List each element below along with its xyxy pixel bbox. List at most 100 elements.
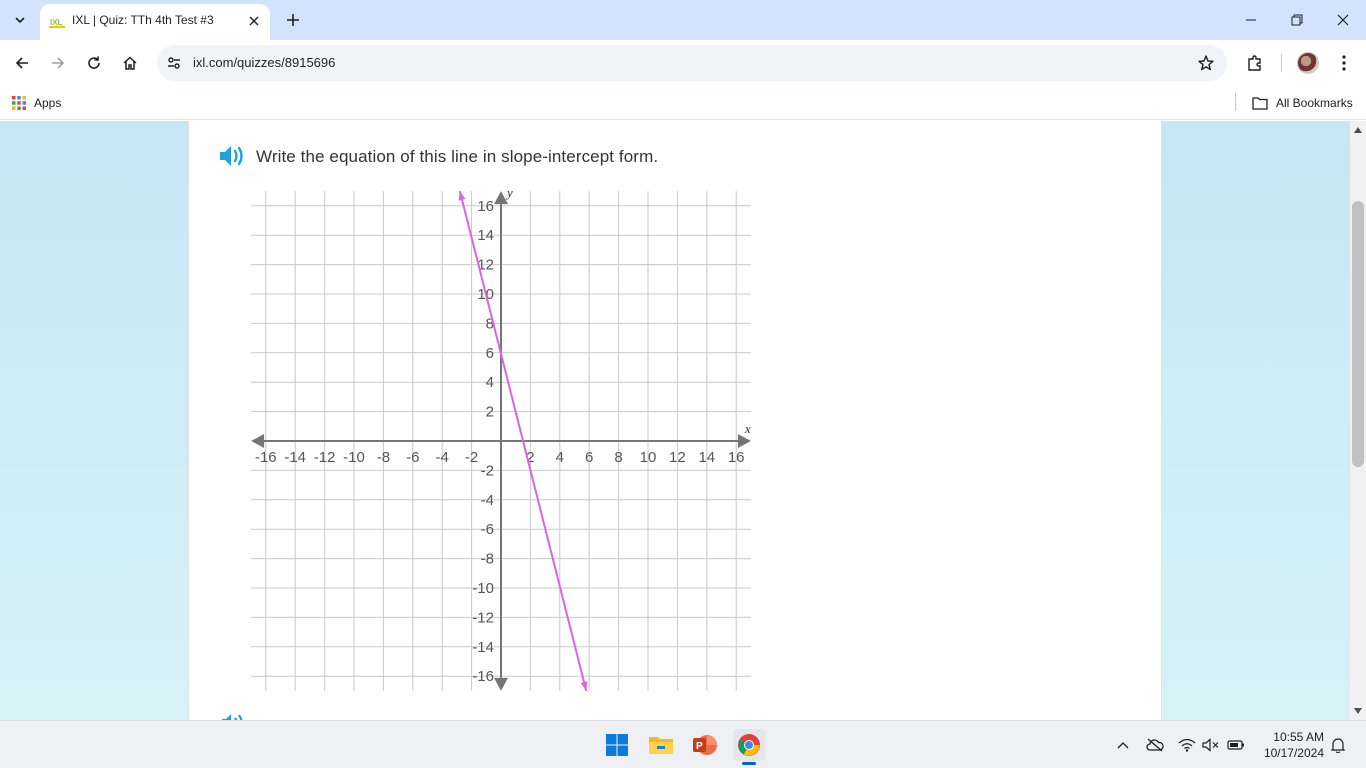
close-icon xyxy=(249,16,259,26)
x-tick-label: 12 xyxy=(669,449,686,466)
tab-search-button[interactable] xyxy=(8,8,32,32)
active-app-indicator xyxy=(742,762,756,765)
volume-muted-icon xyxy=(1202,738,1219,752)
more-vert-icon xyxy=(1342,55,1346,71)
restore-button[interactable] xyxy=(1274,0,1320,40)
y-axis-arrow-up xyxy=(494,191,508,205)
x-tick-label: 14 xyxy=(698,449,715,466)
y-tick-label: 4 xyxy=(486,374,494,391)
triangle-down-icon xyxy=(1354,708,1362,714)
tab-strip: IXL IXL | Quiz: TTh 4th Test #3 xyxy=(0,0,1366,40)
close-window-button[interactable] xyxy=(1320,0,1366,40)
volume-status[interactable] xyxy=(1201,735,1221,755)
x-tick-label: 16 xyxy=(728,449,745,466)
battery-status[interactable] xyxy=(1226,735,1246,755)
wifi-icon xyxy=(1178,738,1196,752)
speaker-icon[interactable] xyxy=(219,144,247,168)
apps-label: Apps xyxy=(34,96,62,110)
tune-icon xyxy=(168,57,180,69)
scroll-thumb[interactable] xyxy=(1352,201,1364,467)
back-button[interactable] xyxy=(10,51,34,75)
reload-button[interactable] xyxy=(82,51,106,75)
chrome-taskbar-button[interactable] xyxy=(733,729,765,761)
address-bar[interactable]: ixl.com/quizzes/8915696 xyxy=(157,45,1227,81)
x-tick-label: -16 xyxy=(255,449,277,466)
tab-active[interactable]: IXL IXL | Quiz: TTh 4th Test #3 xyxy=(40,4,270,40)
windows-taskbar: P 10:55 AM 10/17/2024 xyxy=(0,720,1366,768)
all-bookmarks-label: All Bookmarks xyxy=(1276,96,1353,110)
onedrive-status[interactable] xyxy=(1145,735,1165,755)
minimize-icon xyxy=(1246,19,1256,21)
y-tick-label: -6 xyxy=(481,521,494,538)
notifications-button[interactable] xyxy=(1328,735,1348,755)
scroll-up-arrow[interactable] xyxy=(1353,125,1363,135)
x-tick-label: 6 xyxy=(585,449,593,466)
tab-title: IXL | Quiz: TTh 4th Test #3 xyxy=(72,13,214,27)
tab-close-button[interactable] xyxy=(246,13,262,29)
battery-icon xyxy=(1227,740,1244,750)
file-explorer-button[interactable] xyxy=(645,729,677,761)
apps-shortcut[interactable]: Apps xyxy=(12,93,61,113)
folder-icon xyxy=(649,737,673,754)
puzzle-icon xyxy=(1248,55,1261,71)
wifi-status[interactable] xyxy=(1177,735,1197,755)
system-clock[interactable]: 10:55 AM 10/17/2024 xyxy=(1254,729,1324,761)
x-tick-label: -12 xyxy=(314,449,336,466)
start-button[interactable] xyxy=(601,729,633,761)
x-tick-label: 8 xyxy=(614,449,622,466)
powerpoint-button[interactable]: P xyxy=(689,729,721,761)
x-tick-label: 10 xyxy=(640,449,657,466)
arrow-right-icon xyxy=(52,57,65,69)
triangle-up-icon xyxy=(1354,127,1362,133)
apps-grid-icon xyxy=(12,96,26,110)
coordinate-graph[interactable]: xy-16 -14 -12 -10 -8 -6 -4 -2 2 4 6 8 10 12 14 16161412… xyxy=(248,181,760,695)
y-tick-label: -4 xyxy=(481,492,494,509)
x-axis-label: x xyxy=(744,421,751,436)
site-info-button[interactable] xyxy=(165,54,183,72)
forward-button[interactable] xyxy=(46,51,70,75)
all-bookmarks-button[interactable]: All Bookmarks xyxy=(1252,93,1353,113)
restore-icon xyxy=(1291,14,1303,26)
clock-time: 10:55 AM xyxy=(1273,730,1324,744)
page-scrollbar[interactable] xyxy=(1350,121,1366,720)
bookmarks-separator xyxy=(1235,93,1236,111)
chevron-up-icon xyxy=(1117,742,1129,749)
speaker-icon[interactable] xyxy=(221,712,247,720)
windows-logo-icon xyxy=(606,734,628,756)
y-tick-label: 6 xyxy=(486,345,494,362)
home-button[interactable] xyxy=(118,51,142,75)
x-tick-label: 4 xyxy=(556,449,564,466)
x-tick-label: -14 xyxy=(284,449,306,466)
y-axis-arrow-down xyxy=(494,677,508,691)
profile-avatar[interactable] xyxy=(1297,52,1319,74)
line-arrowhead-end xyxy=(580,681,588,691)
show-hidden-icons-button[interactable] xyxy=(1113,735,1133,755)
y-tick-label: 14 xyxy=(477,227,494,244)
bell-icon xyxy=(1331,738,1345,753)
line-arrowhead-start xyxy=(458,191,466,201)
extensions-button[interactable] xyxy=(1243,51,1267,75)
y-tick-label: -8 xyxy=(481,551,494,568)
browser-toolbar: ixl.com/quizzes/8915696 xyxy=(0,40,1366,86)
toolbar-divider xyxy=(1281,54,1282,72)
clock-date: 10/17/2024 xyxy=(1263,746,1324,760)
reload-icon xyxy=(88,56,100,69)
x-tick-label: -4 xyxy=(436,449,449,466)
chrome-icon xyxy=(738,734,760,756)
minimize-button[interactable] xyxy=(1228,0,1274,40)
y-tick-label: 16 xyxy=(477,198,494,215)
y-tick-label: -12 xyxy=(472,609,494,626)
cloud-offline-icon xyxy=(1146,738,1164,752)
y-axis-label: y xyxy=(505,185,513,200)
y-tick-label: -16 xyxy=(472,668,494,685)
y-tick-label: -14 xyxy=(472,639,494,656)
arrow-left-icon xyxy=(15,57,28,69)
chrome-menu-button[interactable] xyxy=(1332,51,1356,75)
svg-text:P: P xyxy=(696,741,703,752)
url-text[interactable]: ixl.com/quizzes/8915696 xyxy=(193,55,335,70)
bookmark-star-icon[interactable] xyxy=(1197,54,1215,72)
home-icon xyxy=(123,56,137,70)
scroll-down-arrow[interactable] xyxy=(1353,706,1363,716)
powerpoint-icon: P xyxy=(693,735,717,755)
new-tab-button[interactable] xyxy=(281,8,305,32)
